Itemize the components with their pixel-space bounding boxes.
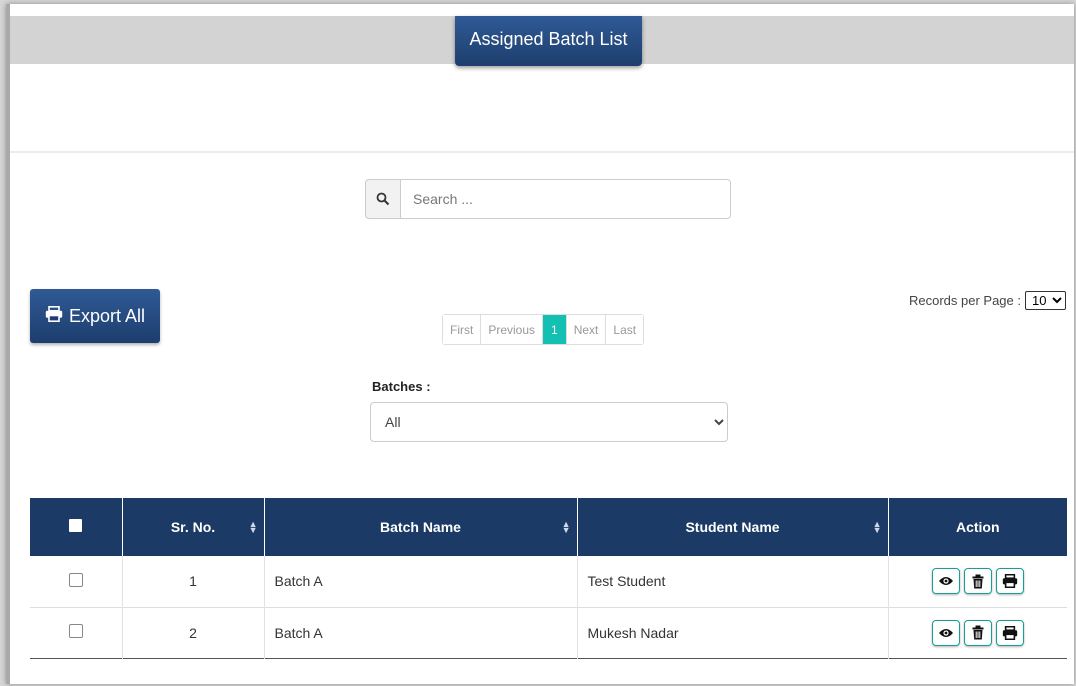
header-action-label: Action — [955, 519, 1000, 535]
batches-label: Batches : — [372, 379, 431, 394]
trash-icon — [972, 625, 984, 640]
select-all-cell — [30, 498, 123, 556]
pager-first[interactable]: First — [443, 315, 482, 344]
cell-batch-name: Batch A — [264, 556, 578, 607]
cell-sr-no: 1 — [122, 556, 265, 607]
delete-button[interactable] — [963, 619, 992, 646]
header-student-name[interactable]: Student Name ▲ ▼ — [577, 498, 889, 556]
cell-sr-no: 2 — [122, 607, 265, 658]
page-title: Assigned Batch List — [455, 16, 642, 66]
header-batch-name[interactable]: Batch Name ▲ ▼ — [264, 498, 578, 556]
cell-batch-name: Batch A — [264, 607, 578, 658]
delete-button[interactable] — [963, 568, 992, 595]
divider — [10, 151, 1074, 153]
search-box — [365, 179, 731, 219]
printer-icon — [1002, 625, 1017, 640]
records-per-page-select[interactable]: 10 — [1025, 291, 1066, 310]
assigned-batch-table: Sr. No. ▲ ▼ Batch Name ▲ ▼ Student Name ▲ ▼… — [30, 498, 1067, 659]
header-batch-name-label: Batch Name — [380, 519, 461, 535]
row-select-cell — [30, 556, 123, 607]
table-header-row: Sr. No. ▲ ▼ Batch Name ▲ ▼ Student Name ▲ ▼… — [30, 498, 1067, 556]
print-button[interactable] — [995, 568, 1024, 595]
export-all-label: Export All — [68, 305, 146, 326]
select-all-checkbox[interactable] — [69, 519, 83, 532]
row-checkbox[interactable] — [68, 572, 83, 587]
header-sr-no[interactable]: Sr. No. ▲ ▼ — [122, 498, 265, 556]
batches-select[interactable]: All — [370, 402, 728, 442]
table-row: 2 Batch A Mukesh Nadar — [30, 607, 1067, 658]
pager-last[interactable]: Last — [606, 315, 644, 344]
cell-student-name: Test Student — [577, 556, 889, 607]
eye-icon — [938, 628, 953, 637]
print-button[interactable] — [995, 619, 1024, 646]
sort-icon: ▲ ▼ — [561, 519, 571, 535]
sort-icon: ▲ ▼ — [248, 519, 258, 535]
cell-actions — [888, 556, 1067, 607]
view-button[interactable] — [931, 619, 960, 646]
row-checkbox[interactable] — [68, 624, 83, 638]
cell-student-name: Mukesh Nadar — [577, 607, 889, 658]
pagination: First Previous 1 Next Last — [442, 314, 645, 345]
row-select-cell — [30, 607, 123, 658]
trash-icon — [972, 574, 984, 589]
view-button[interactable] — [931, 568, 960, 595]
pager-previous[interactable]: Previous — [481, 315, 544, 344]
search-input[interactable] — [401, 179, 731, 219]
pager-next[interactable]: Next — [566, 315, 607, 344]
app-window: Assigned Batch List Export All Records p… — [6, 4, 1074, 684]
sort-icon: ▲ ▼ — [872, 519, 882, 535]
records-per-page-label: Records per Page : — [908, 293, 1021, 308]
header-student-name-label: Student Name — [685, 519, 780, 535]
search-icon[interactable] — [365, 179, 401, 219]
cell-actions — [888, 607, 1067, 658]
eye-icon — [938, 577, 953, 586]
export-all-button[interactable]: Export All — [30, 289, 160, 343]
printer-icon — [45, 305, 63, 327]
pager-page-current[interactable]: 1 — [543, 315, 567, 344]
records-per-page: Records per Page : 10 — [909, 291, 1066, 310]
printer-icon — [1002, 574, 1017, 589]
header-sr-no-label: Sr. No. — [170, 519, 216, 535]
header-action: Action — [888, 498, 1067, 556]
table-row: 1 Batch A Test Student — [30, 556, 1067, 607]
